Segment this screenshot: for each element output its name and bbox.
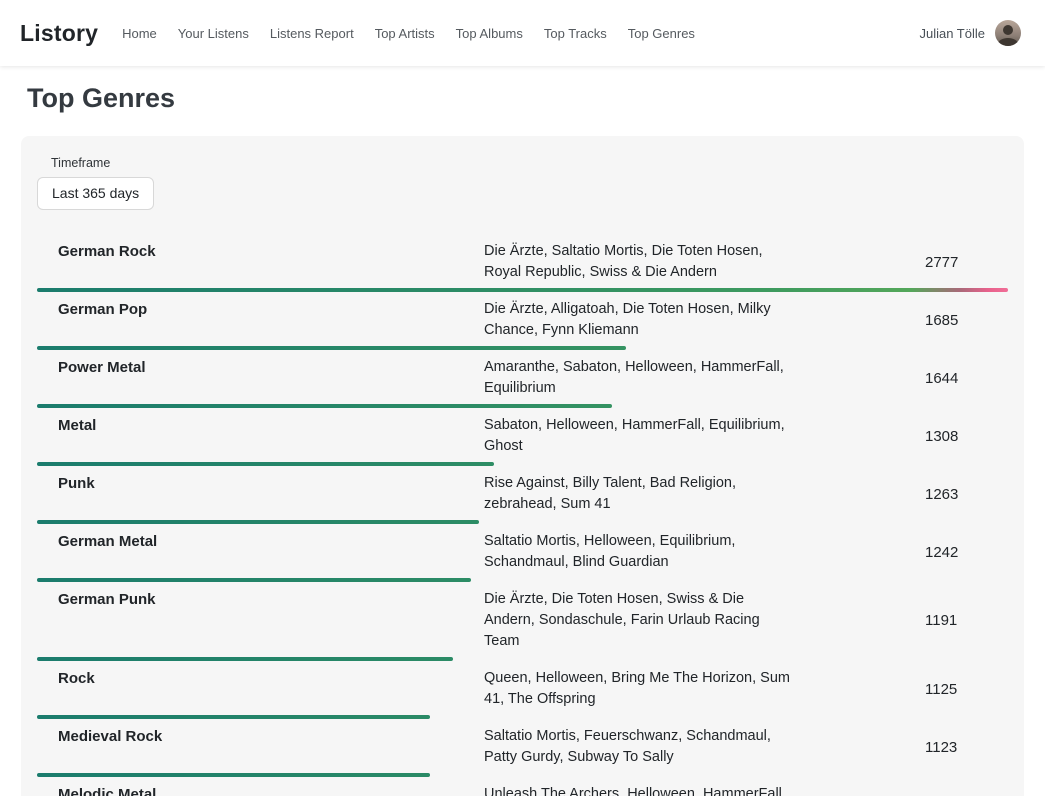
user-menu[interactable]: Julian Tölle <box>919 20 1021 46</box>
genre-artists: Die Ärzte, Alligatoah, Die Toten Hosen, … <box>484 299 792 341</box>
nav-item-top-artists[interactable]: Top Artists <box>375 26 435 41</box>
genre-row: Metal Sabaton, Helloween, HammerFall, Eq… <box>37 408 1008 466</box>
genre-row: Melodic Metal Unleash The Archers, Hello… <box>37 777 1008 796</box>
page-title: Top Genres <box>27 83 1045 114</box>
genre-name: German Metal <box>37 531 484 550</box>
nav-item-listens-report[interactable]: Listens Report <box>270 26 354 41</box>
timeframe-label: Timeframe <box>51 156 1008 170</box>
user-avatar[interactable] <box>995 20 1021 46</box>
nav-item-top-genres[interactable]: Top Genres <box>628 26 695 41</box>
genre-row: Medieval Rock Saltatio Mortis, Feuerschw… <box>37 719 1008 777</box>
genre-artists: Die Ärzte, Saltatio Mortis, Die Toten Ho… <box>484 241 792 283</box>
genre-row: German Rock Die Ärzte, Saltatio Mortis, … <box>37 234 1008 292</box>
genre-row: Power Metal Amaranthe, Sabaton, Hellowee… <box>37 350 1008 408</box>
genre-artists: Die Ärzte, Die Toten Hosen, Swiss & Die … <box>484 589 792 652</box>
app-logo[interactable]: Listory <box>20 20 98 47</box>
genre-artists: Sabaton, Helloween, HammerFall, Equilibr… <box>484 415 792 457</box>
user-name: Julian Tölle <box>919 26 985 41</box>
genre-count: 1685 <box>925 312 958 329</box>
genre-name: German Punk <box>37 589 484 608</box>
genre-count: 1242 <box>925 544 958 561</box>
timeframe-selector[interactable]: Last 365 days <box>37 177 154 210</box>
genre-name: German Pop <box>37 299 484 318</box>
genre-count: 1263 <box>925 486 958 503</box>
genre-count: 1191 <box>925 612 957 629</box>
genre-count: 1308 <box>925 428 958 445</box>
genre-artists: Amaranthe, Sabaton, Helloween, HammerFal… <box>484 357 792 399</box>
genre-artists: Queen, Helloween, Bring Me The Horizon, … <box>484 668 792 710</box>
genre-name: Rock <box>37 668 484 687</box>
genre-row: Punk Rise Against, Billy Talent, Bad Rel… <box>37 466 1008 524</box>
genre-count: 2777 <box>925 254 958 271</box>
genre-name: Metal <box>37 415 484 434</box>
nav-item-top-tracks[interactable]: Top Tracks <box>544 26 607 41</box>
genre-row: German Punk Die Ärzte, Die Toten Hosen, … <box>37 582 1008 661</box>
genre-name: Melodic Metal <box>37 784 484 796</box>
genre-count: 1125 <box>925 681 957 698</box>
genre-name: Medieval Rock <box>37 726 484 745</box>
genre-count: 1123 <box>925 739 957 756</box>
genre-row: German Pop Die Ärzte, Alligatoah, Die To… <box>37 292 1008 350</box>
genre-row: Rock Queen, Helloween, Bring Me The Hori… <box>37 661 1008 719</box>
top-navbar: Listory Home Your Listens Listens Report… <box>0 0 1045 66</box>
genre-count: 1644 <box>925 370 958 387</box>
genre-artists: Rise Against, Billy Talent, Bad Religion… <box>484 473 792 515</box>
genre-artists: Saltatio Mortis, Feuerschwanz, Schandmau… <box>484 726 792 768</box>
genre-table-body: German Rock Die Ärzte, Saltatio Mortis, … <box>37 234 1008 796</box>
genre-artists: Unleash The Archers, Helloween, HammerFa… <box>484 784 792 796</box>
genre-artists: Saltatio Mortis, Helloween, Equilibrium,… <box>484 531 792 573</box>
nav-item-top-albums[interactable]: Top Albums <box>456 26 523 41</box>
top-genres-panel: Timeframe Last 365 days German Rock Die … <box>21 136 1024 796</box>
main-nav: Home Your Listens Listens Report Top Art… <box>122 26 919 41</box>
genre-name: Punk <box>37 473 484 492</box>
nav-item-home[interactable]: Home <box>122 26 157 41</box>
genre-name: Power Metal <box>37 357 484 376</box>
nav-item-your-listens[interactable]: Your Listens <box>178 26 249 41</box>
genre-row: German Metal Saltatio Mortis, Helloween,… <box>37 524 1008 582</box>
genre-name: German Rock <box>37 241 484 260</box>
